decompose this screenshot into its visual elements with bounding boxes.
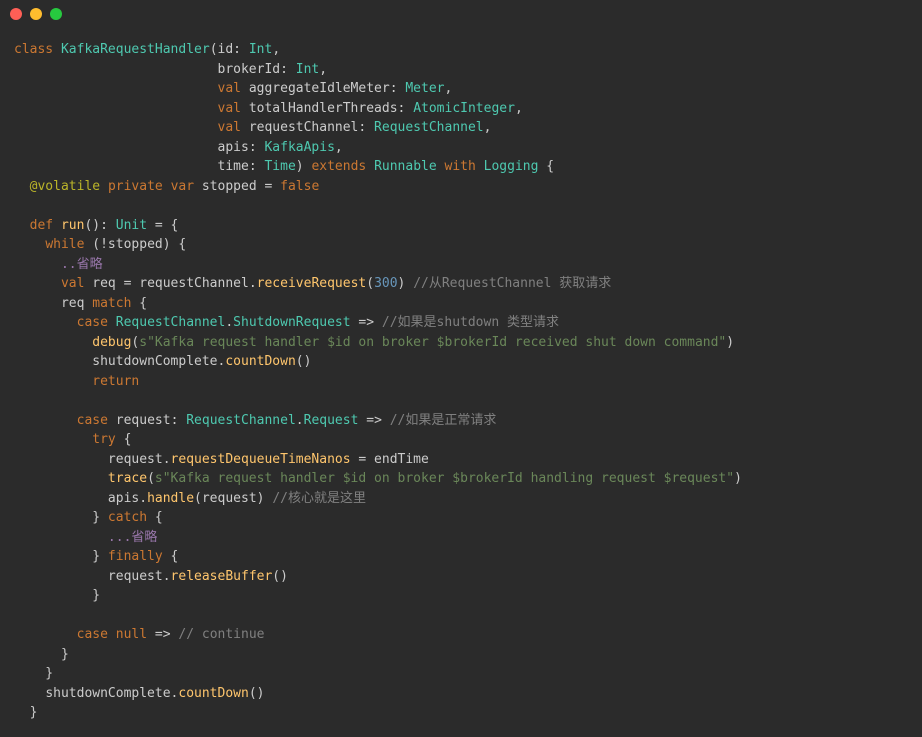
window-titlebar [0,0,922,28]
fn-run: run [61,218,84,233]
string-literal: s"Kafka request handler $id on broker $b… [155,471,734,486]
comment-omit: ...省略 [108,530,157,545]
comment: // continue [178,627,264,642]
comment: //从RequestChannel 获取请求 [413,276,611,291]
kw-class: class [14,42,53,57]
close-icon[interactable] [10,8,22,20]
zoom-icon[interactable] [50,8,62,20]
annotation-volatile: @volatile [30,179,100,194]
class-name: KafkaRequestHandler [61,42,210,57]
comment-omit: ..省略 [61,257,103,272]
minimize-icon[interactable] [30,8,42,20]
comment: //如果是shutdown 类型请求 [382,315,559,330]
string-literal: s"Kafka request handler $id on broker $b… [139,335,726,350]
code-editor[interactable]: class KafkaRequestHandler(id: Int, broke… [0,28,922,737]
comment: //如果是正常请求 [390,413,497,428]
comment: //核心就是这里 [272,491,366,506]
